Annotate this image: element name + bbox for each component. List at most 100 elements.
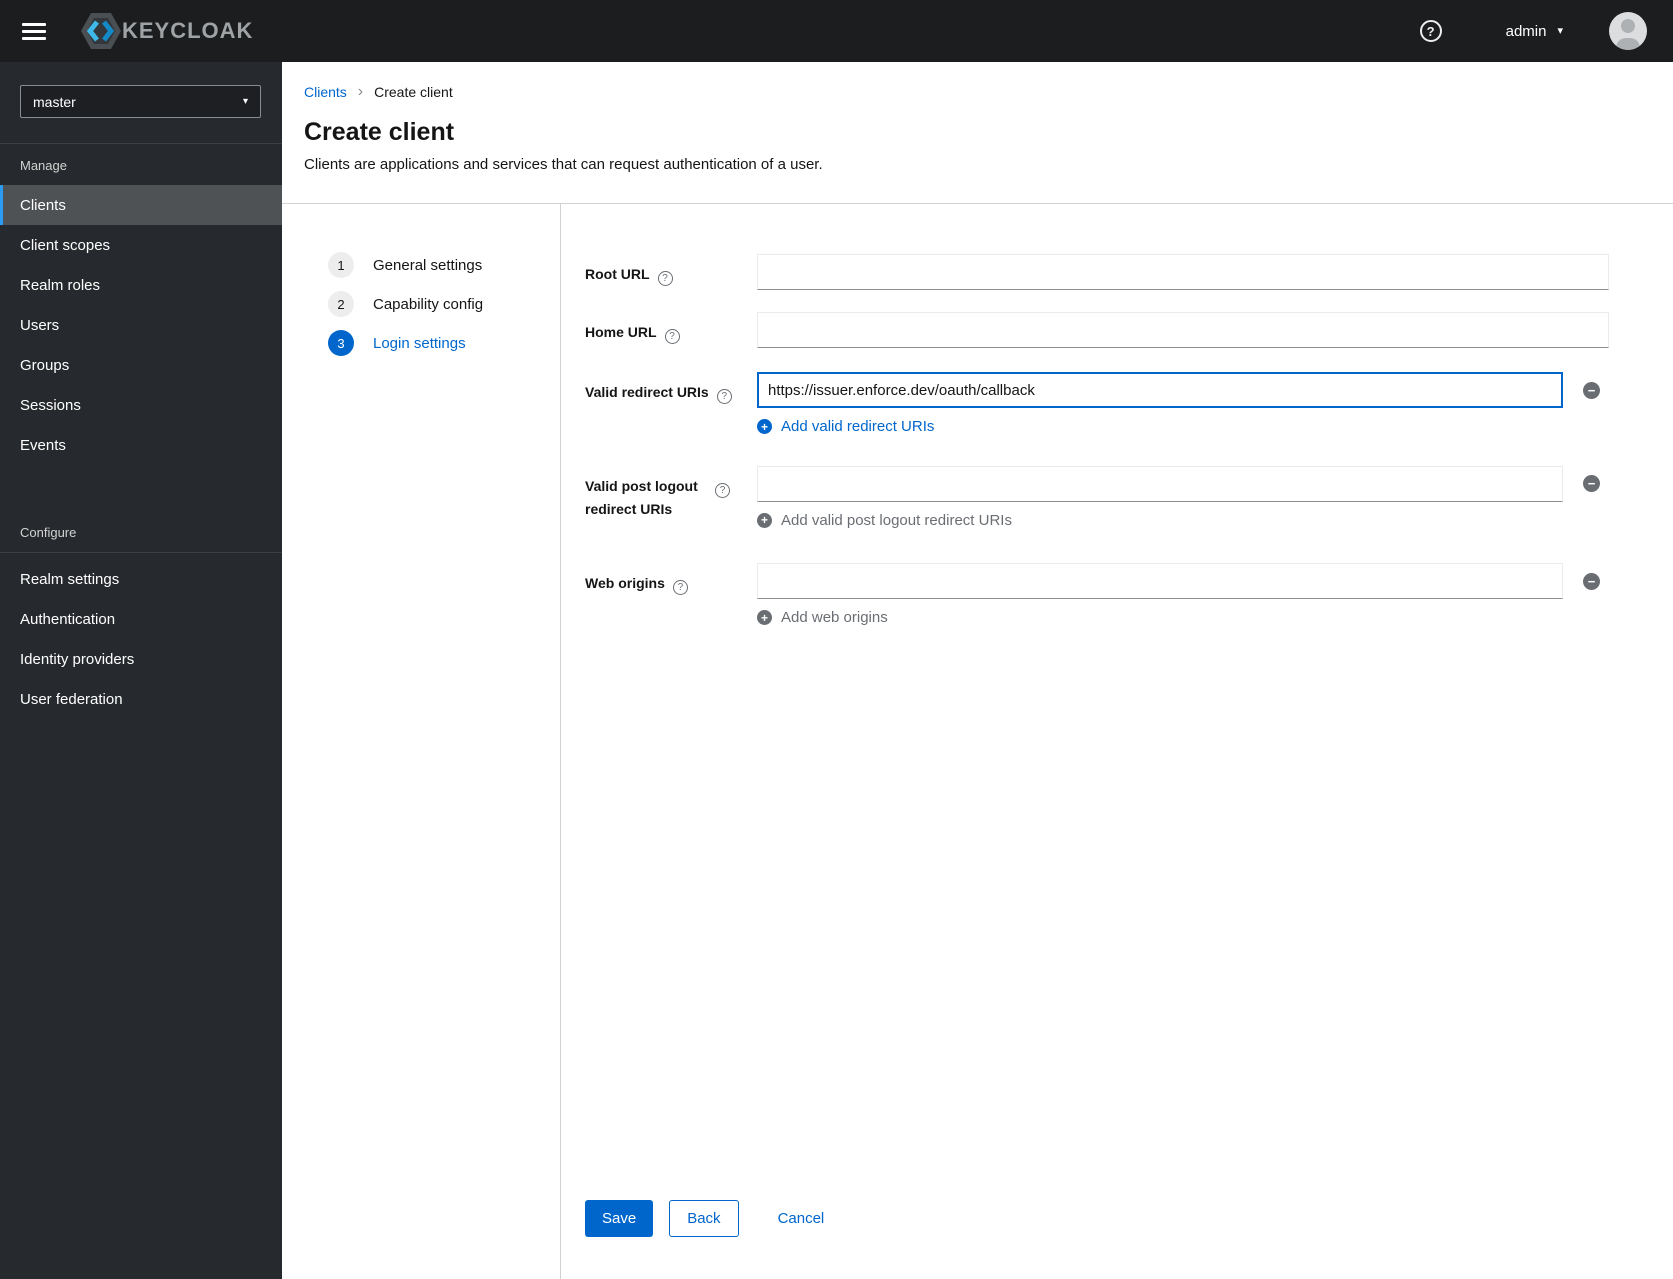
- root-url-input[interactable]: [757, 254, 1609, 290]
- avatar[interactable]: [1609, 12, 1647, 50]
- field-label: Valid redirect URIs?: [585, 372, 757, 436]
- field-label: Root URL?: [585, 254, 757, 290]
- sidebar-item-users[interactable]: Users: [0, 305, 282, 345]
- sidebar-item-user-federation[interactable]: User federation: [0, 679, 282, 719]
- help-icon[interactable]: ?: [1419, 20, 1442, 42]
- sidebar-item-label: Realm roles: [20, 276, 101, 294]
- help-icon[interactable]: ?: [657, 271, 673, 286]
- help-icon[interactable]: ?: [715, 482, 730, 498]
- remove-web-origin-icon[interactable]: −: [1583, 572, 1600, 590]
- username: admin: [1505, 22, 1547, 40]
- masthead-actions: ? admin ▾: [1419, 12, 1647, 50]
- sidebar-item-events[interactable]: Events: [0, 425, 282, 465]
- add-link-label: Add valid redirect URIs: [781, 418, 935, 435]
- post-logout-uri-input[interactable]: [757, 465, 1563, 502]
- field-home-url: Home URL?: [585, 312, 1609, 348]
- sidebar-item-realm-roles[interactable]: Realm roles: [0, 265, 282, 305]
- chevron-down-icon: ▾: [242, 95, 248, 107]
- web-origins-label: Web origins: [585, 575, 665, 591]
- post-logout-uris-label: Valid post logout redirect URIs: [585, 477, 698, 517]
- wizard-step-general-settings[interactable]: 1 General settings: [328, 252, 560, 278]
- remove-post-logout-uri-icon[interactable]: −: [1583, 475, 1600, 492]
- sidebar-item-label: Realm settings: [20, 570, 120, 588]
- sidebar-item-label: Events: [20, 436, 66, 454]
- plus-circle-icon: +: [757, 610, 772, 625]
- breadcrumb-current: Create client: [374, 84, 453, 100]
- help-icon[interactable]: ?: [672, 580, 688, 595]
- field-control: [757, 312, 1609, 348]
- sidebar-item-identity-providers[interactable]: Identity providers: [0, 639, 282, 679]
- removable-input-row: −: [757, 563, 1609, 599]
- login-settings-form: Root URL? Home URL? Valid redirect URIs …: [560, 204, 1673, 1279]
- keycloak-logo-icon: [81, 13, 121, 49]
- sidebar-item-label: Identity providers: [20, 650, 135, 668]
- step-label: Capability config: [373, 295, 484, 313]
- breadcrumb: Clients › Create client: [304, 83, 1649, 101]
- cancel-button[interactable]: Cancel: [770, 1200, 833, 1237]
- add-link-label: Add web origins: [781, 609, 888, 626]
- sidebar-item-sessions[interactable]: Sessions: [0, 385, 282, 425]
- home-url-input[interactable]: [757, 312, 1609, 348]
- breadcrumb-clients-link[interactable]: Clients: [304, 84, 347, 100]
- field-control: − + Add valid post logout redirect URIs: [757, 465, 1609, 530]
- sidebar-item-label: Sessions: [20, 396, 81, 414]
- avatar-torso: [1616, 38, 1640, 50]
- step-label: General settings: [373, 256, 483, 274]
- chevron-down-icon: ▾: [1557, 24, 1563, 37]
- save-button[interactable]: Save: [585, 1200, 654, 1237]
- sidebar-item-realm-settings[interactable]: Realm settings: [0, 559, 282, 599]
- sidebar-item-label: User federation: [20, 690, 123, 708]
- step-number: 3: [328, 330, 354, 356]
- realm-selector[interactable]: master ▾: [20, 85, 261, 118]
- field-control: − + Add web origins: [757, 563, 1609, 627]
- step-label: Login settings: [373, 334, 466, 352]
- wizard-nav: 1 General settings 2 Capability config 3…: [282, 204, 560, 1279]
- help-icon[interactable]: ?: [664, 329, 680, 344]
- add-web-origins-button[interactable]: + Add web origins: [757, 609, 888, 626]
- remove-redirect-uri-icon[interactable]: −: [1583, 381, 1600, 399]
- hamburger-menu-icon[interactable]: [20, 19, 48, 44]
- sidebar-section-manage: Manage: [20, 158, 67, 173]
- sidebar: master ▾ Manage Clients Client scopes Re…: [0, 62, 282, 1279]
- sidebar-item-authentication[interactable]: Authentication: [0, 599, 282, 639]
- back-button[interactable]: Back: [669, 1200, 739, 1237]
- removable-input-row: −: [757, 372, 1609, 408]
- sidebar-item-label: Authentication: [20, 610, 116, 628]
- page-subtitle: Clients are applications and services th…: [304, 156, 823, 173]
- home-url-label: Home URL: [585, 324, 657, 340]
- form-actions: Save Back Cancel: [585, 1200, 1609, 1237]
- add-post-logout-uris-button[interactable]: + Add valid post logout redirect URIs: [757, 512, 1012, 529]
- sidebar-item-label: Client scopes: [20, 236, 111, 254]
- user-menu[interactable]: admin ▾: [1506, 23, 1563, 40]
- add-valid-redirect-uris-button[interactable]: + Add valid redirect URIs: [757, 418, 934, 435]
- field-valid-redirect-uris: Valid redirect URIs? − + Add valid redir…: [585, 372, 1609, 436]
- wizard-step-login-settings[interactable]: 3 Login settings: [328, 330, 560, 356]
- valid-redirect-uri-input[interactable]: [757, 372, 1563, 408]
- valid-redirect-uris-label: Valid redirect URIs: [585, 384, 709, 400]
- field-control: − + Add valid redirect URIs: [757, 372, 1609, 436]
- sidebar-item-label: Clients: [20, 196, 66, 214]
- field-root-url: Root URL?: [585, 254, 1609, 290]
- field-post-logout-redirect-uris: Valid post logout redirect URIs? − + Add…: [585, 465, 1609, 530]
- avatar-head: [1621, 19, 1635, 33]
- sidebar-item-client-scopes[interactable]: Client scopes: [0, 225, 282, 265]
- wizard-step-capability-config[interactable]: 2 Capability config: [328, 291, 560, 317]
- step-number: 2: [328, 291, 354, 317]
- chevron-right-icon: ›: [357, 83, 364, 100]
- wizard-body: 1 General settings 2 Capability config 3…: [282, 204, 1673, 1279]
- field-label: Home URL?: [585, 312, 757, 348]
- field-web-origins: Web origins? − + Add web origins: [585, 563, 1609, 627]
- brand-text: KEYCLOAK: [122, 18, 254, 43]
- main-content: Clients › Create client Create client Cl…: [282, 62, 1673, 1279]
- web-origins-input[interactable]: [757, 563, 1563, 599]
- page-title: Create client: [304, 118, 455, 146]
- keycloak-logo: [80, 12, 122, 50]
- page-header: Clients › Create client Create client Cl…: [282, 62, 1673, 203]
- sidebar-item-groups[interactable]: Groups: [0, 345, 282, 385]
- field-label: Web origins?: [585, 563, 757, 627]
- removable-input-row: −: [757, 465, 1609, 502]
- field-label: Valid post logout redirect URIs?: [585, 466, 757, 530]
- help-icon[interactable]: ?: [716, 389, 732, 404]
- sidebar-item-clients[interactable]: Clients: [0, 185, 282, 225]
- realm-selector-value: master: [33, 93, 76, 110]
